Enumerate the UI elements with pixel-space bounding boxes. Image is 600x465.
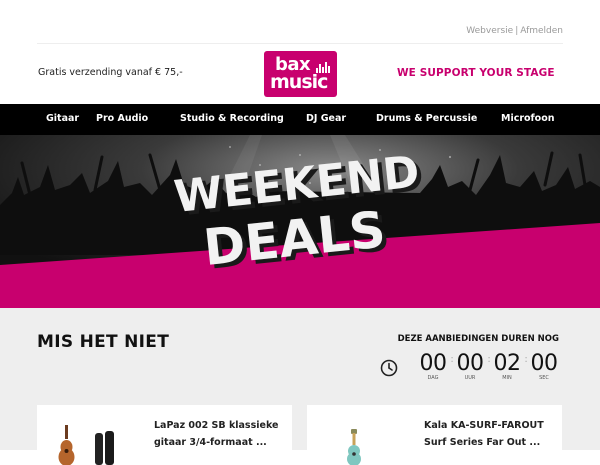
nav-item-drums-percussie[interactable]: Drums & Percussie	[376, 113, 477, 124]
countdown-subheading: DEZE AANBIEDINGEN DUREN NOG	[397, 334, 559, 344]
timer-days-value: 00	[419, 351, 448, 376]
product-title[interactable]: LaPaz 002 SB klassieke gitaar 3/4-formaa…	[154, 417, 289, 451]
countdown-timer: 00 DAG : 00 UUR : 02 MIN : 00 SEC	[419, 351, 564, 385]
product-title-line2: gitaar 3/4-formaat ...	[154, 437, 267, 448]
free-shipping-text: Gratis verzending vanaf € 75,-	[38, 67, 183, 78]
timer-separator: :	[524, 354, 528, 365]
weekend-deals-banner[interactable]: WEEKEND WEEKEND DEALS DEALS	[0, 135, 600, 308]
countdown-section: MIS HET NIET DEZE AANBIEDINGEN DUREN NOG…	[0, 308, 600, 465]
timer-separator: :	[487, 354, 491, 365]
timer-minutes: 02 MIN	[493, 351, 522, 381]
timer-hours: 00 UUR	[456, 351, 485, 381]
product-title-line1: Kala KA-SURF-FAROUT	[424, 420, 544, 431]
product-card[interactable]: Kala KA-SURF-FAROUT Surf Series Far Out …	[307, 405, 562, 465]
section-heading: MIS HET NIET	[37, 332, 170, 352]
ukulele-product-image	[347, 429, 361, 465]
top-links: Webversie | Afmelden	[466, 26, 563, 36]
slogan: WE SUPPORT YOUR STAGE	[397, 67, 555, 79]
product-title[interactable]: Kala KA-SURF-FAROUT Surf Series Far Out …	[424, 417, 559, 451]
nav-item-pro-audio[interactable]: Pro Audio	[96, 113, 148, 124]
timer-separator: :	[450, 354, 454, 365]
link-separator: |	[515, 26, 519, 36]
product-title-line2: Surf Series Far Out ...	[424, 437, 541, 448]
unsubscribe-link[interactable]: Afmelden	[520, 26, 563, 36]
timer-minutes-value: 02	[493, 351, 522, 376]
clock-icon	[380, 359, 398, 377]
nav-item-dj-gear[interactable]: DJ Gear	[306, 113, 346, 124]
timer-days: 00 DAG	[419, 351, 448, 381]
timer-seconds: 00 SEC	[530, 351, 559, 381]
product-card[interactable]: LaPaz 002 SB klassieke gitaar 3/4-formaa…	[37, 405, 292, 465]
logo-text-music: music	[270, 71, 328, 93]
product-title-line1: LaPaz 002 SB klassieke	[154, 420, 279, 431]
bax-music-logo[interactable]: bax music	[264, 51, 337, 97]
nav-item-studio-recording[interactable]: Studio & Recording	[180, 113, 284, 124]
nav-item-microfoon[interactable]: Microfoon	[501, 113, 555, 124]
header-divider	[37, 43, 563, 44]
category-nav: Gitaar Pro Audio Studio & Recording DJ G…	[0, 104, 600, 135]
timer-seconds-value: 00	[530, 351, 559, 376]
nav-item-gitaar[interactable]: Gitaar	[46, 113, 79, 124]
guitar-product-image	[58, 425, 114, 465]
banner-art: WEEKEND WEEKEND DEALS DEALS	[0, 135, 600, 308]
timer-hours-value: 00	[456, 351, 485, 376]
webversion-link[interactable]: Webversie	[466, 26, 513, 36]
